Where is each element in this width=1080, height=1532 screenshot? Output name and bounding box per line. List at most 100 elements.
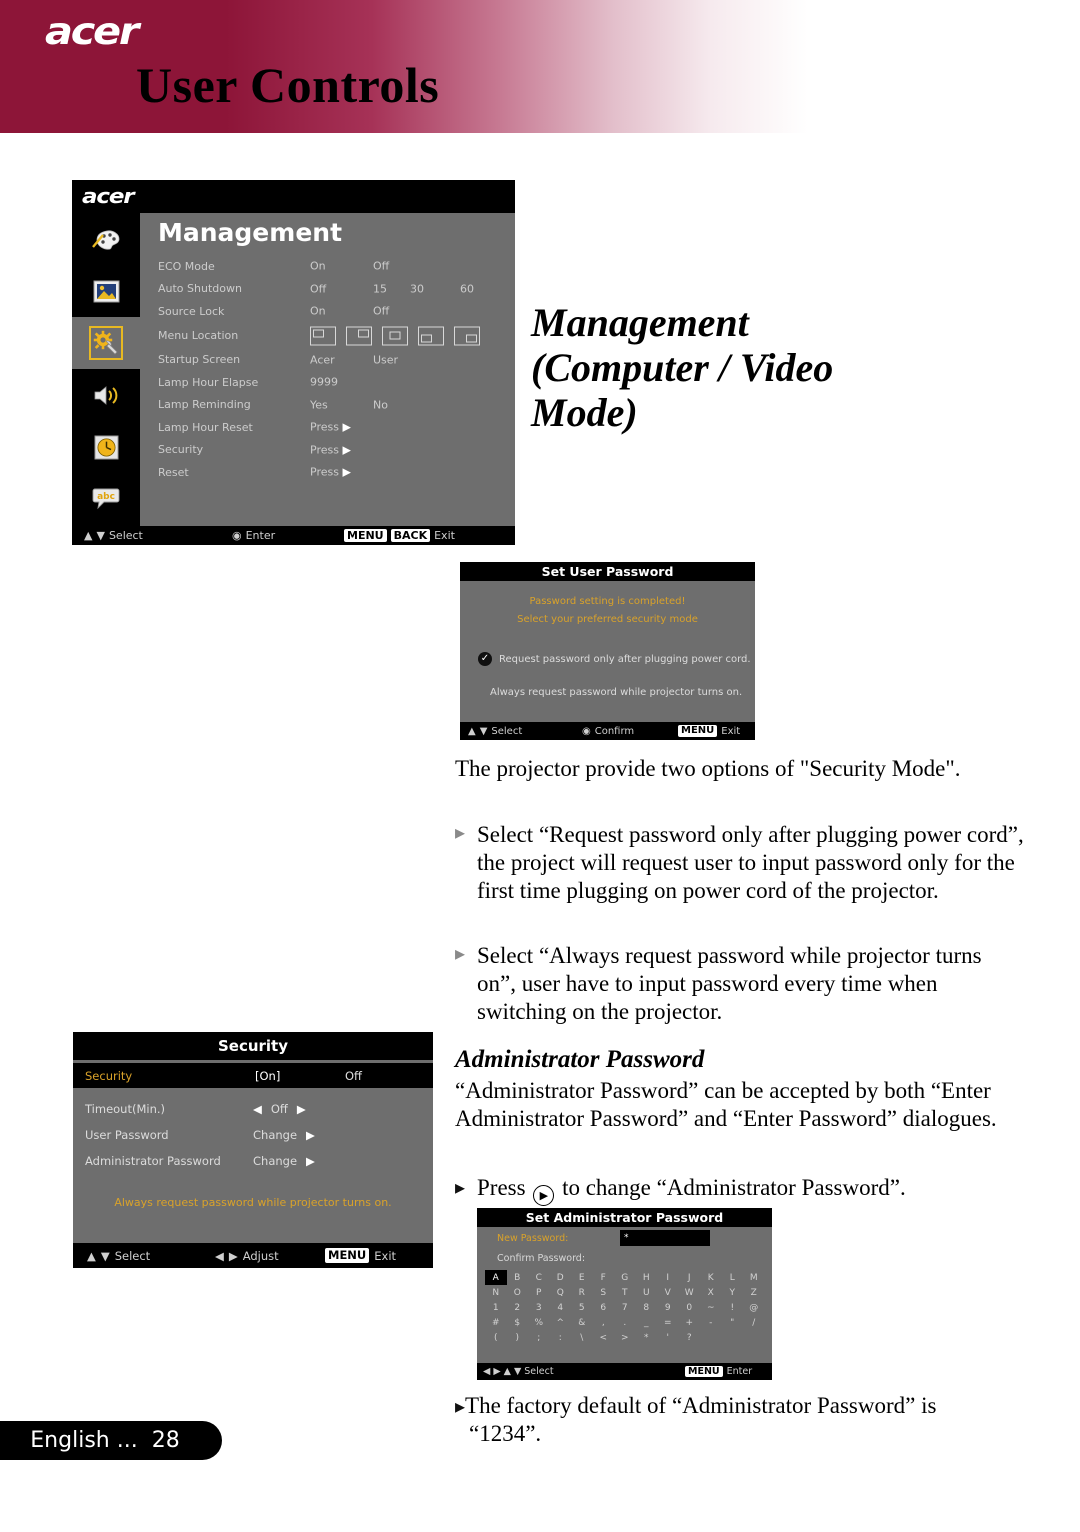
keyboard-key[interactable]: 2 [507, 1300, 529, 1315]
menu-location-top-right-icon[interactable] [346, 326, 372, 345]
keyboard-key[interactable]: ! [722, 1300, 744, 1315]
keyboard-key[interactable]: : [550, 1330, 572, 1345]
sidebar-item-audio[interactable] [72, 369, 140, 421]
setting-row-source-lock[interactable]: Source Lock On Off [158, 300, 515, 323]
keyboard-key[interactable]: + [679, 1315, 701, 1330]
value-option[interactable]: 60 [460, 282, 474, 295]
setting-value-action[interactable]: Change ▶ [253, 1154, 315, 1168]
keyboard-key[interactable]: _ [636, 1315, 658, 1330]
keyboard-key[interactable]: " [722, 1315, 744, 1330]
left-arrow-icon[interactable]: ◀ [253, 1102, 262, 1116]
keyboard-key[interactable]: ( [485, 1330, 507, 1345]
keyboard-key[interactable]: / [743, 1315, 765, 1330]
keyboard-key[interactable]: K [700, 1270, 722, 1285]
setting-value-adjuster[interactable]: ◀ Off ▶ [253, 1102, 306, 1116]
keyboard-key[interactable]: @ [743, 1300, 765, 1315]
keyboard-key[interactable]: L [722, 1270, 744, 1285]
keyboard-key[interactable]: < [593, 1330, 615, 1345]
keyboard-key[interactable]: # [485, 1315, 507, 1330]
keyboard-key[interactable]: ^ [550, 1315, 572, 1330]
security-row-user-password[interactable]: User Password Change ▶ [73, 1124, 433, 1146]
keyboard-key[interactable]: E [571, 1270, 593, 1285]
keyboard-key[interactable]: J [679, 1270, 701, 1285]
new-password-input[interactable]: * [620, 1230, 710, 1246]
keyboard-key[interactable]: 8 [636, 1300, 658, 1315]
keyboard-key[interactable]: ) [507, 1330, 529, 1345]
value-option[interactable]: No [373, 398, 388, 411]
setting-row-reset[interactable]: Reset Press ▶ [158, 461, 515, 484]
sidebar-item-language[interactable]: abc [72, 473, 140, 525]
value-option[interactable]: Off [310, 282, 326, 295]
keyboard-key[interactable]: I [657, 1270, 679, 1285]
keyboard-key[interactable]: ? [679, 1330, 701, 1345]
security-row-administrator-password[interactable]: Administrator Password Change ▶ [73, 1150, 433, 1172]
sidebar-item-timer[interactable] [72, 421, 140, 473]
value-option[interactable]: On [310, 305, 326, 318]
value-option[interactable]: Off [345, 1069, 362, 1083]
keyboard-key[interactable]: M [743, 1270, 765, 1285]
keyboard-key[interactable]: - [700, 1315, 722, 1330]
value-option[interactable]: Off [373, 260, 389, 273]
keyboard-key[interactable]: ' [657, 1330, 679, 1345]
keyboard-key[interactable]: 1 [485, 1300, 507, 1315]
keyboard-key[interactable]: ~ [700, 1300, 722, 1315]
keyboard-key[interactable]: F [593, 1270, 615, 1285]
keyboard-key[interactable]: C [528, 1270, 550, 1285]
sidebar-item-management[interactable] [72, 317, 140, 369]
security-mode-option-plugging[interactable]: ✓ Request password only after plugging p… [478, 652, 751, 666]
setting-row-auto-shutdown[interactable]: Auto Shutdown Off 15 30 60 [158, 278, 515, 301]
value-selected[interactable]: [On] [255, 1069, 280, 1083]
security-row-timeout[interactable]: Timeout(Min.) ◀ Off ▶ [73, 1098, 433, 1120]
menu-location-bottom-left-icon[interactable] [418, 326, 444, 345]
keyboard-key[interactable]: T [614, 1285, 636, 1300]
value-option[interactable]: Acer [310, 353, 335, 366]
security-mode-option-always[interactable]: Always request password while projector … [490, 687, 742, 698]
keyboard-key[interactable]: % [528, 1315, 550, 1330]
press-action[interactable]: Press ▶ [310, 421, 351, 434]
keyboard-key[interactable]: H [636, 1270, 658, 1285]
keyboard-key[interactable]: P [528, 1285, 550, 1300]
keyboard-key[interactable]: . [614, 1315, 636, 1330]
keyboard-key[interactable]: W [679, 1285, 701, 1300]
security-row-highlighted[interactable]: Security [On] Off [73, 1063, 433, 1088]
keyboard-key[interactable]: \ [571, 1330, 593, 1345]
keyboard-key[interactable]: 6 [593, 1300, 615, 1315]
keyboard-key[interactable]: U [636, 1285, 658, 1300]
keyboard-key[interactable]: N [485, 1285, 507, 1300]
keyboard-key[interactable]: X [700, 1285, 722, 1300]
setting-row-eco-mode[interactable]: ECO Mode On Off [158, 255, 515, 278]
value-option[interactable]: 30 [410, 282, 424, 295]
keyboard-key[interactable]: Q [550, 1285, 572, 1300]
keyboard-key[interactable]: R [571, 1285, 593, 1300]
keyboard-key[interactable]: O [507, 1285, 529, 1300]
keyboard-key[interactable]: & [571, 1315, 593, 1330]
keyboard-key[interactable]: = [657, 1315, 679, 1330]
right-arrow-icon[interactable]: ▶ [297, 1102, 306, 1116]
sidebar-item-image[interactable] [72, 265, 140, 317]
keyboard-key[interactable]: S [593, 1285, 615, 1300]
keyboard-key[interactable]: > [614, 1330, 636, 1345]
keyboard-key[interactable]: 9 [657, 1300, 679, 1315]
menu-location-bottom-right-icon[interactable] [454, 326, 480, 345]
setting-value-action[interactable]: Change ▶ [253, 1128, 315, 1142]
value-option[interactable]: Yes [310, 398, 328, 411]
setting-row-lamp-hour-reset[interactable]: Lamp Hour Reset Press ▶ [158, 416, 515, 439]
keyboard-key[interactable]: D [550, 1270, 572, 1285]
keyboard-key[interactable]: Y [722, 1285, 744, 1300]
keyboard-key[interactable]: 0 [679, 1300, 701, 1315]
keyboard-key[interactable]: B [507, 1270, 529, 1285]
keyboard-key[interactable]: G [614, 1270, 636, 1285]
value-option[interactable]: On [310, 260, 326, 273]
press-action[interactable]: Press ▶ [310, 466, 351, 479]
value-option[interactable]: 15 [373, 282, 387, 295]
keyboard-key[interactable]: 5 [571, 1300, 593, 1315]
keyboard-key[interactable]: Z [743, 1285, 765, 1300]
menu-location-top-left-icon[interactable] [310, 326, 336, 345]
keyboard-key[interactable]: 7 [614, 1300, 636, 1315]
keyboard-key[interactable]: V [657, 1285, 679, 1300]
keyboard-key[interactable]: 4 [550, 1300, 572, 1315]
setting-row-security[interactable]: Security Press ▶ [158, 439, 515, 462]
value-option[interactable]: Off [373, 305, 389, 318]
keyboard-key[interactable]: A [485, 1270, 507, 1285]
setting-row-startup-screen[interactable]: Startup Screen Acer User [158, 349, 515, 372]
